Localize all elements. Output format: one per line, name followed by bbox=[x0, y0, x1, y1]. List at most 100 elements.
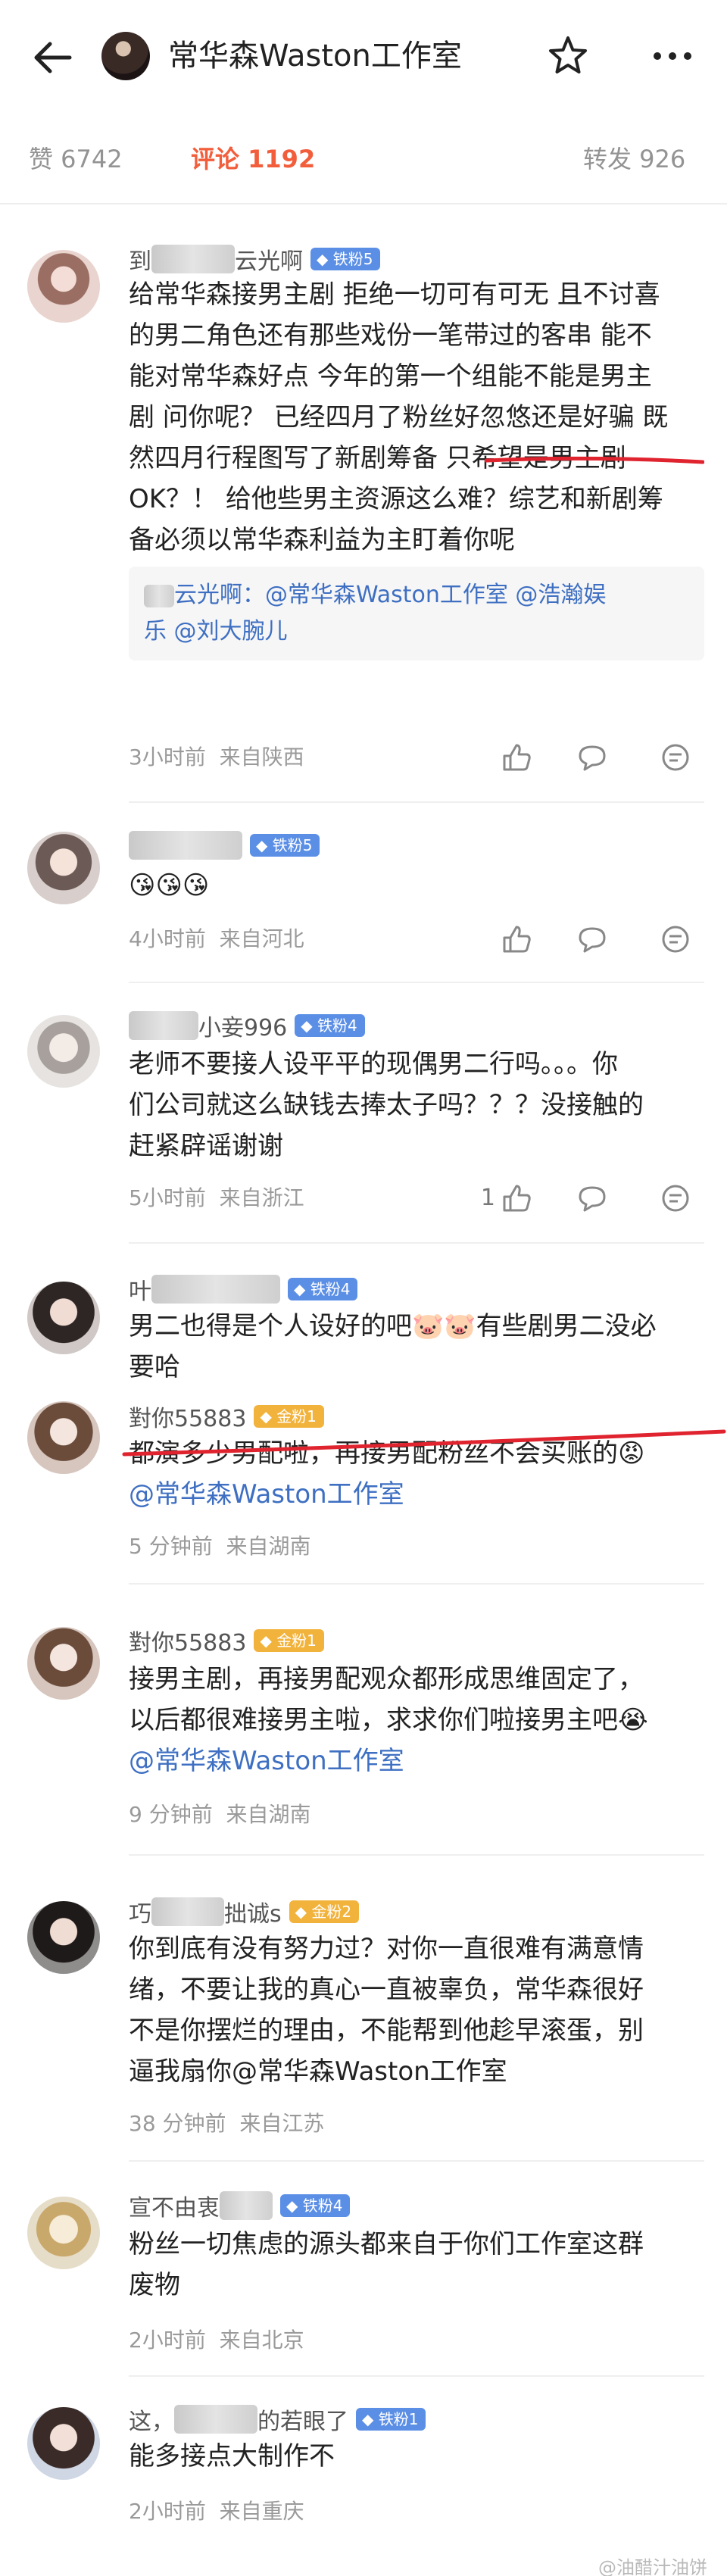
tab-comments[interactable]: 评论 1192 bbox=[191, 142, 315, 176]
comment-text: 给常华森接男主剧 拒绝一切可有可无 且不讨喜 的男二角色还有那些戏份一笔带过的客… bbox=[129, 274, 689, 560]
comment-text: 粉丝一切焦虑的源头都来自于你们工作室这群 废物 bbox=[129, 2224, 689, 2306]
author-name: 到 bbox=[129, 248, 151, 275]
comment-time: 4小时前 bbox=[129, 926, 206, 951]
stats-tabs: 赞 6742 评论 1192 转发 926 bbox=[0, 129, 727, 189]
avatar[interactable] bbox=[27, 250, 100, 323]
author-name: 巧 bbox=[129, 1901, 151, 1928]
author-name-tail: 的若眼了 bbox=[257, 2409, 348, 2435]
comment-line: 接男主剧，再接男配观众都形成思维固定了， bbox=[129, 1664, 644, 1694]
comment-author[interactable]: 到 云光啊 ◆ 铁粉5 bbox=[129, 242, 381, 276]
avatar[interactable] bbox=[27, 1282, 100, 1354]
fan-badge-icon: ◆ 铁粉4 bbox=[295, 1014, 365, 1037]
comment-line: 粉丝一切焦虑的源头都来自于你们工作室这群 bbox=[129, 2229, 644, 2259]
reply-quote[interactable]: 云光啊：@常华森Waston工作室 @浩瀚娱 乐 @刘大腕儿 bbox=[129, 567, 704, 660]
comment-line: 废物 bbox=[129, 2270, 180, 2300]
comment-location: 来自重庆 bbox=[219, 2499, 304, 2524]
comment-author[interactable]: 巧 拙诚s ◆ 金粉2 bbox=[129, 1895, 360, 1928]
avatar[interactable] bbox=[27, 1015, 100, 1088]
comment-location: 来自江苏 bbox=[239, 2111, 325, 2136]
comment-location: 来自湖南 bbox=[226, 1534, 311, 1559]
page-title: 常华森Waston工作室 bbox=[168, 39, 462, 73]
more-dots-icon[interactable] bbox=[648, 38, 697, 74]
avatar[interactable] bbox=[27, 832, 100, 904]
comment-text: 能多接点大制作不 bbox=[129, 2436, 689, 2477]
comment-line: 不是你摆烂的理由，不能帮到他趁早滚蛋，别 bbox=[129, 2016, 644, 2046]
blurred-name bbox=[151, 1897, 224, 1926]
comment-author[interactable]: 宣不由衷 ◆ 铁粉4 bbox=[129, 2189, 351, 2222]
thumbs-up-icon[interactable] bbox=[500, 741, 533, 774]
fan-badge-icon: ◆ 金粉1 bbox=[254, 1405, 324, 1428]
author-name-tail: 云光啊 bbox=[235, 248, 303, 275]
comment-text: 男二也得是个人设好的吧🐷🐷有些剧男二没必 要哈 bbox=[129, 1306, 689, 1388]
comment-line: 备必须以常华森利益为主盯着你呢 bbox=[129, 525, 515, 555]
top-bar: 常华森Waston工作室 bbox=[0, 0, 727, 114]
divider bbox=[129, 1583, 704, 1585]
fan-badge-icon: ◆ 金粉2 bbox=[289, 1900, 360, 1923]
star-outline-icon[interactable] bbox=[545, 33, 591, 79]
avatar[interactable] bbox=[27, 1627, 100, 1700]
thumbs-up-icon[interactable] bbox=[500, 1182, 533, 1215]
comment-meta: 2小时前 来自重庆 bbox=[129, 2496, 304, 2527]
reply-icon[interactable] bbox=[659, 923, 692, 956]
avatar[interactable] bbox=[27, 1901, 100, 1974]
account-avatar[interactable] bbox=[101, 32, 150, 80]
comment-line: 逼我扇你@常华森Waston工作室 bbox=[129, 2056, 507, 2087]
divider bbox=[129, 1854, 704, 1856]
badge-label: 金粉2 bbox=[311, 1903, 352, 1921]
avatar[interactable] bbox=[27, 2197, 100, 2269]
thumbs-up-icon[interactable] bbox=[500, 923, 533, 956]
badge-label: 铁粉4 bbox=[302, 2197, 343, 2215]
comment-time: 3小时前 bbox=[129, 745, 206, 770]
quote-mentions[interactable]: @常华森Waston工作室 @浩瀚娱 bbox=[265, 582, 606, 608]
comment-location: 来自湖南 bbox=[226, 1802, 311, 1827]
comment-bubble-icon[interactable] bbox=[576, 1182, 609, 1215]
comment-location: 来自陕西 bbox=[219, 745, 304, 770]
comment-author[interactable]: 小妾996 ◆ 铁粉4 bbox=[129, 1009, 365, 1042]
badge-label: 金粉1 bbox=[276, 1631, 317, 1650]
comment-meta: 5 分钟前 来自湖南 bbox=[129, 1532, 311, 1562]
quote-mentions[interactable]: 乐 @刘大腕儿 bbox=[144, 614, 689, 650]
comment-author[interactable]: 这， 的若眼了 ◆ 铁粉1 bbox=[129, 2403, 426, 2436]
blurred-name bbox=[129, 831, 242, 860]
comment-location: 来自北京 bbox=[219, 2328, 304, 2353]
comment-mention[interactable]: @常华森Waston工作室 bbox=[129, 1741, 689, 1781]
comment-line: 赶紧辟谣谢谢 bbox=[129, 1131, 283, 1161]
divider bbox=[129, 1242, 704, 1244]
tab-reposts[interactable]: 转发 926 bbox=[583, 142, 685, 176]
author-name: 这， bbox=[129, 2409, 174, 2435]
comment-time: 38 分钟前 bbox=[129, 2111, 226, 2136]
comment-author[interactable]: 對你55883 ◆ 金粉1 bbox=[129, 1624, 324, 1657]
comment-meta: 2小时前 来自北京 bbox=[129, 2325, 304, 2356]
reply-icon[interactable] bbox=[659, 1182, 692, 1215]
comment-meta: 4小时前 来自河北 bbox=[129, 924, 304, 954]
comment-author[interactable]: ◆ 铁粉5 bbox=[129, 829, 320, 862]
avatar[interactable] bbox=[27, 2407, 100, 2480]
badge-label: 金粉1 bbox=[276, 1407, 317, 1425]
badge-label: 铁粉1 bbox=[378, 2410, 419, 2428]
comment-text: 老师不要接人设平平的现偶男二行吗。。。你 们公司就这么缺钱去捧太子吗？？？没接触… bbox=[129, 1044, 689, 1166]
quote-author: 云光啊： bbox=[174, 582, 265, 608]
blurred-name bbox=[151, 1275, 280, 1304]
comment-time: 9 分钟前 bbox=[129, 1802, 213, 1827]
blurred-name bbox=[174, 2405, 257, 2434]
comment-bubble-icon[interactable] bbox=[576, 923, 609, 956]
comment-time: 5 分钟前 bbox=[129, 1534, 213, 1559]
comment-author[interactable]: 叶 ◆ 铁粉4 bbox=[129, 1272, 358, 1306]
badge-label: 铁粉4 bbox=[317, 1016, 357, 1035]
comment-meta: 3小时前 来自陕西 bbox=[129, 742, 304, 773]
comment-mention[interactable]: @常华森Waston工作室 bbox=[129, 1474, 689, 1515]
comment-line: 们公司就这么缺钱去捧太子吗？？？没接触的 bbox=[129, 1090, 644, 1120]
red-underline-mark bbox=[485, 456, 704, 464]
comment-bubble-icon[interactable] bbox=[576, 741, 609, 774]
comment-location: 来自河北 bbox=[219, 926, 304, 951]
comment-line: 的男二角色还有那些戏份一笔带过的客串 能不 bbox=[129, 320, 652, 351]
arrow-left-icon[interactable] bbox=[29, 33, 77, 82]
avatar[interactable] bbox=[27, 1401, 100, 1474]
reply-icon[interactable] bbox=[659, 741, 692, 774]
comment-text: 😘😘😘 bbox=[129, 865, 689, 906]
divider bbox=[0, 203, 727, 205]
tab-likes[interactable]: 赞 6742 bbox=[29, 142, 123, 176]
comment-text: 你到底有没有努力过？对你一直很难有满意情 绪，不要让我的真心一直被辜负，常华森很… bbox=[129, 1928, 689, 2092]
divider bbox=[129, 982, 704, 983]
comment-line: 剧 问你呢？ 已经四月了粉丝好忽悠还是好骗 既 bbox=[129, 402, 669, 432]
